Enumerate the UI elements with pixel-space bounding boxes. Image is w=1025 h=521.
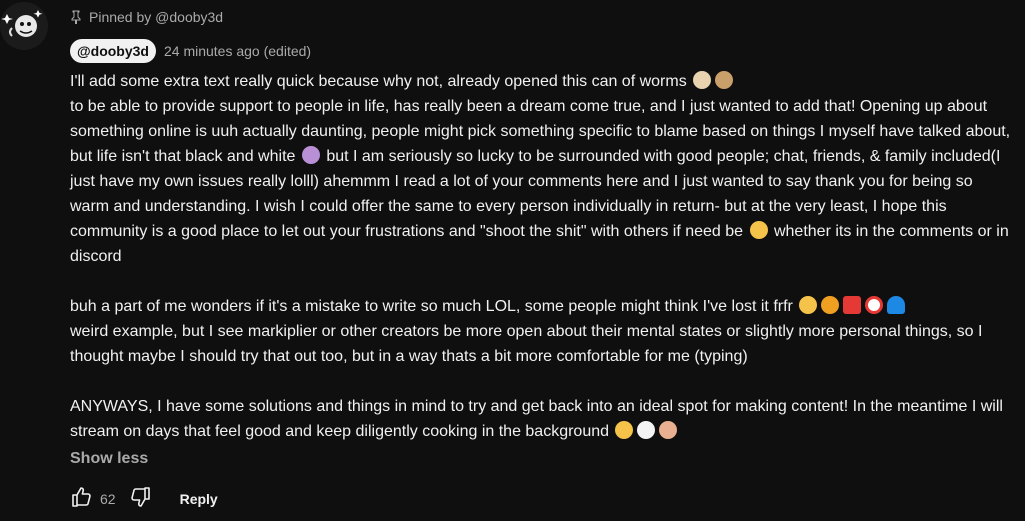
comment-segment-3a: ANYWAYS, I have some solutions and thing…	[70, 398, 1003, 440]
folded-hands-emoji-icon	[749, 221, 768, 239]
paragraph-1: I'll add some extra text really quick be…	[70, 69, 1015, 269]
comment-segment-2a: buh a part of me wonders if it's a mista…	[70, 298, 793, 315]
person-shrugging-emoji-icon	[301, 146, 320, 164]
pinned-text: Pinned by @dooby3d	[89, 9, 224, 25]
author-handle[interactable]: @dooby3d	[70, 39, 156, 63]
paragraph-2: buh a part of me wonders if it's a mista…	[70, 294, 1015, 369]
heart-face-emoji-icon	[659, 421, 678, 439]
paragraph-3: ANYWAYS, I have some solutions and thing…	[70, 394, 1015, 444]
comment-line-1: I'll add some extra text really quick be…	[70, 73, 687, 90]
pin-icon	[70, 10, 82, 25]
reply-button[interactable]: Reply	[180, 491, 218, 507]
blue-cap-emoji-icon	[887, 296, 906, 314]
hundred-points-emoji-icon	[843, 296, 862, 314]
comment-actions: 62 Reply	[68, 484, 218, 514]
comment-header: @dooby3d 24 minutes ago (edited)	[70, 36, 1013, 66]
like-count: 62	[100, 491, 116, 507]
like-button[interactable]	[68, 485, 96, 513]
see-no-evil-emoji-icon	[715, 71, 734, 89]
comment-segment-2b: weird example, but I see markiplier or o…	[70, 323, 983, 365]
comment-thread: Pinned by @dooby3d @dooby3d 24 minutes a…	[0, 0, 1025, 521]
comment-text: I'll add some extra text really quick be…	[70, 69, 1015, 444]
comment-timestamp[interactable]: 24 minutes ago (edited)	[164, 43, 311, 59]
prohibited-emoji-icon	[865, 296, 884, 314]
hugging-face-emoji-icon	[615, 421, 634, 439]
pensive-face-emoji-icon	[799, 296, 818, 314]
show-less-button[interactable]: Show less	[70, 450, 148, 468]
cook-emoji-icon	[637, 421, 656, 439]
thumbs-up-icon	[70, 485, 94, 514]
thumbs-down-icon	[128, 485, 152, 514]
handshake-emoji-icon	[821, 296, 840, 314]
hamster-emoji-icon	[693, 71, 712, 89]
dislike-button[interactable]	[126, 485, 154, 513]
comment-body: Pinned by @dooby3d @dooby3d 24 minutes a…	[70, 0, 1013, 468]
avatar[interactable]	[0, 2, 48, 50]
pinned-label: Pinned by @dooby3d	[70, 2, 1013, 32]
